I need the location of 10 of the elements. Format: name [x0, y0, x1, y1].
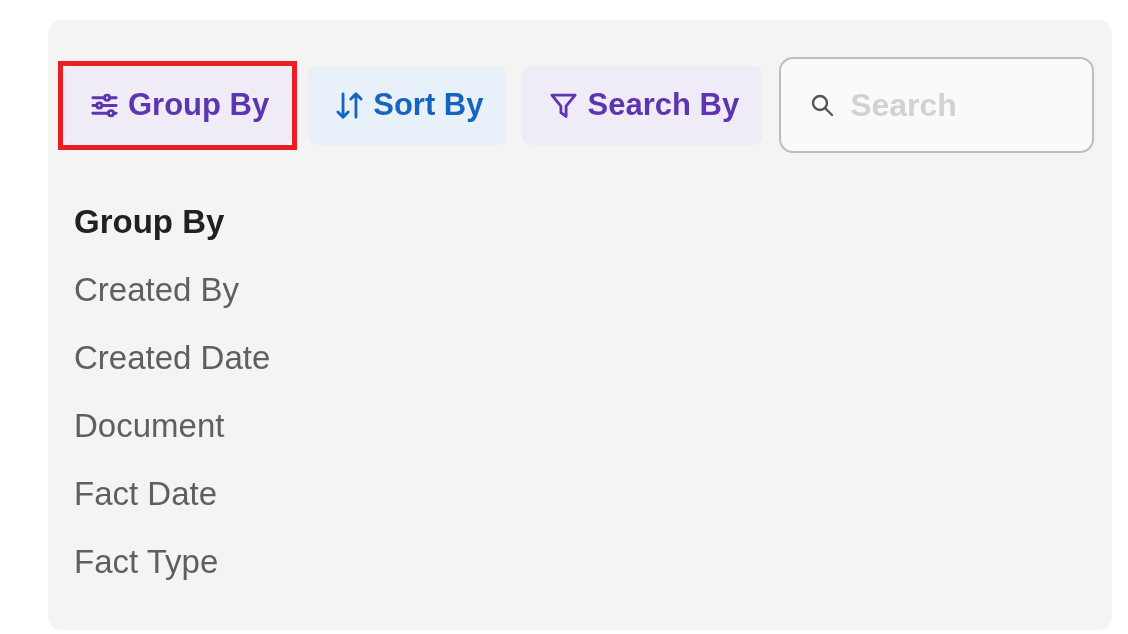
search-by-button[interactable]: Search By	[523, 66, 762, 144]
menu-option[interactable]: Fact Type	[74, 528, 219, 596]
group-by-button[interactable]: Group By	[64, 66, 292, 144]
menu-option[interactable]: Document	[74, 392, 225, 460]
menu-option[interactable]: Created Date	[74, 324, 271, 392]
search-icon	[810, 93, 835, 117]
menu-option[interactable]: Created By	[74, 256, 240, 324]
menu-heading: Group By	[74, 202, 225, 242]
menu-option[interactable]: Fact Date	[74, 460, 218, 528]
sort-by-button[interactable]: Sort By	[309, 66, 506, 144]
